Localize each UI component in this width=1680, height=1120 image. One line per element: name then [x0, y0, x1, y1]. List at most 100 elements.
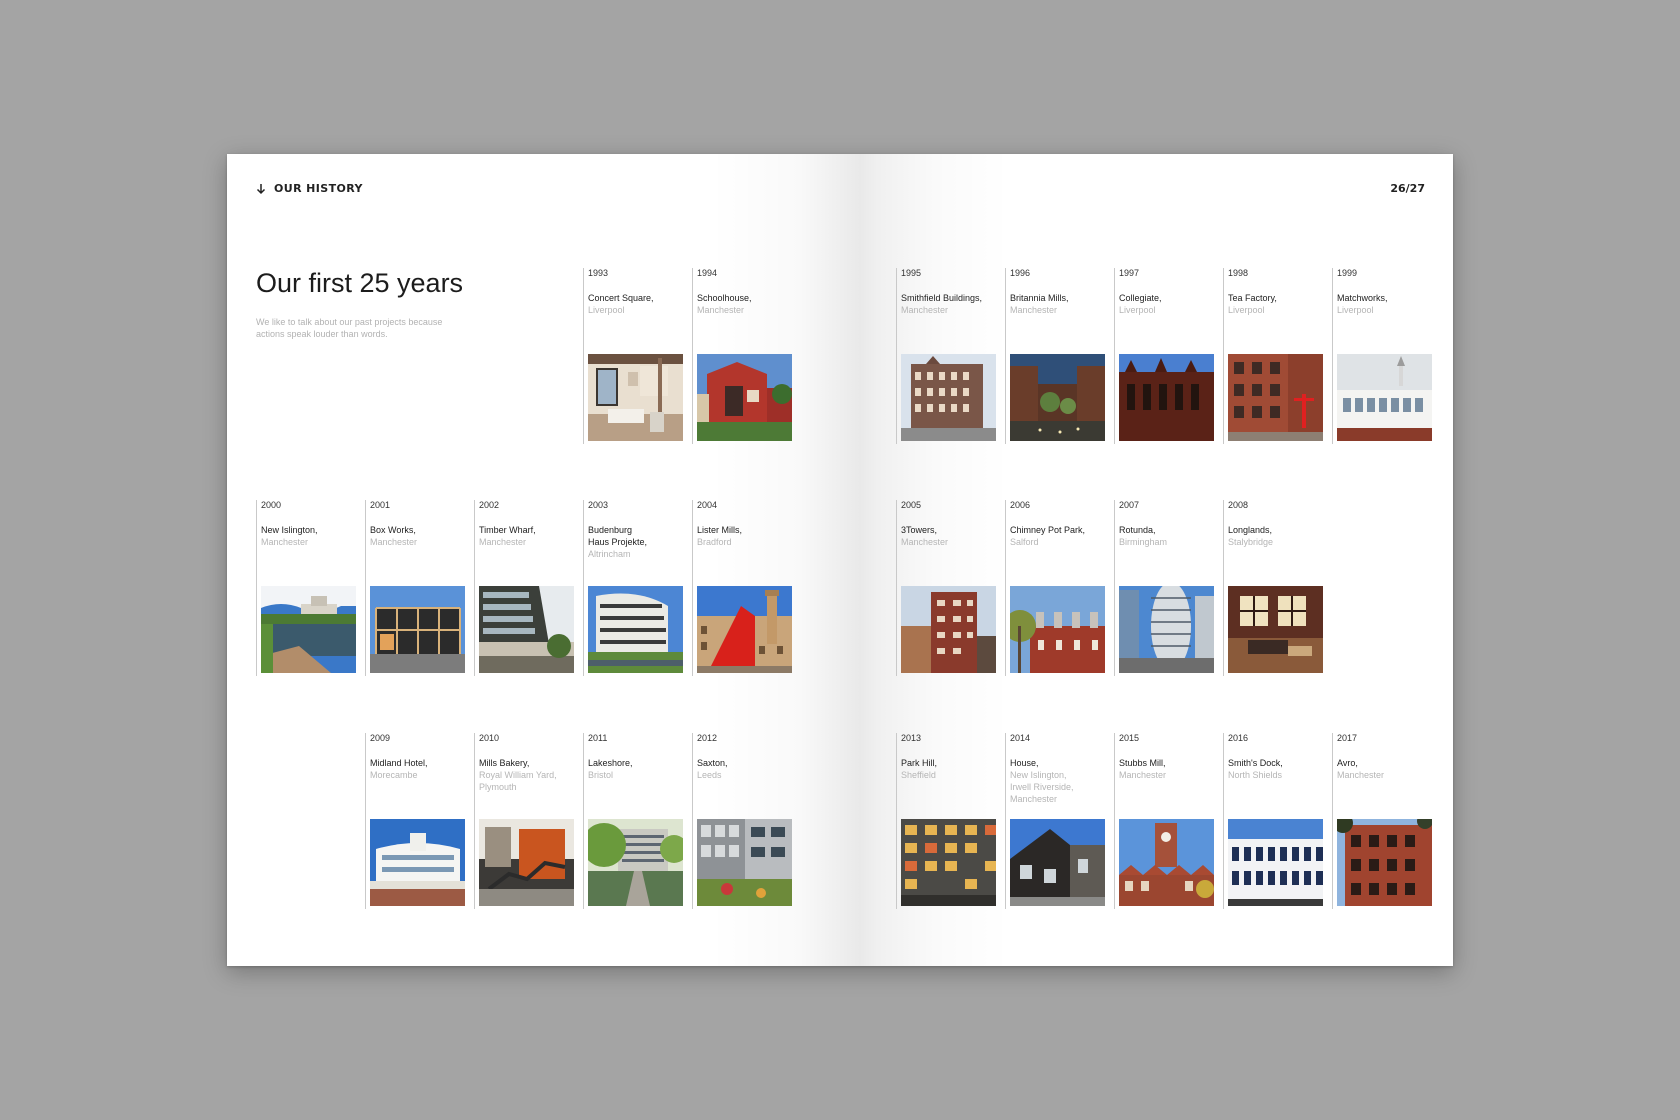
project-photo [1337, 819, 1432, 906]
project-name: Chimney Pot Park, [1010, 525, 1086, 535]
project-location: Manchester [370, 537, 418, 547]
project-location: Liverpool [1337, 305, 1374, 315]
project-photo [901, 354, 996, 441]
project-location: Bristol [588, 770, 614, 780]
project-year: 2000 [261, 500, 282, 510]
brochure-spread: OUR HISTORY 26/27 Our first 25 years We … [227, 154, 1453, 966]
project-name: Avro, [1337, 758, 1358, 768]
project-photo [588, 586, 683, 673]
arrow-down-icon [256, 183, 266, 194]
project-location: Liverpool [588, 305, 625, 315]
project-year: 2002 [479, 500, 500, 510]
project-name: Mills Bakery, [479, 758, 530, 768]
project-year: 1994 [697, 268, 718, 278]
project-location: Manchester [1337, 770, 1385, 780]
project-name: Saxton, [697, 758, 728, 768]
project-photo [370, 586, 465, 673]
project-year: 2003 [588, 500, 609, 510]
project-year: 2006 [1010, 500, 1031, 510]
project-photo [1228, 586, 1323, 673]
project-name: Midland Hotel, [370, 758, 428, 768]
project-name: Schoolhouse, [697, 293, 752, 303]
project-year: 2012 [697, 733, 718, 743]
project-photo [588, 354, 683, 441]
project-year: 2013 [901, 733, 922, 743]
project-photo [1228, 354, 1323, 441]
project-name: Britannia Mills, [1010, 293, 1069, 303]
project-location: Bradford [697, 537, 732, 547]
project-year: 2005 [901, 500, 922, 510]
timeline-entry: 1997 Collegiate, Liverpool [1114, 268, 1223, 444]
project-location: Liverpool [1119, 305, 1156, 315]
project-location: Manchester [901, 537, 949, 547]
project-name: Matchworks, [1337, 293, 1388, 303]
timeline-entry: 1998 Tea Factory, Liverpool [1223, 268, 1332, 444]
project-year: 2016 [1228, 733, 1249, 743]
project-name: Lister Mills, [697, 525, 743, 535]
timeline-entry: 2001 Box Works, Manchester [365, 500, 474, 676]
project-photo [697, 354, 792, 441]
timeline-entry: 2014 House, New Islington, Irwell Riversid… [1005, 733, 1114, 909]
project-photo [1010, 819, 1105, 906]
project-photo [1228, 819, 1323, 906]
project-name: Collegiate, [1119, 293, 1162, 303]
timeline-entry: 1995 Smithfield Buildings, Manchester [896, 268, 1005, 444]
project-year: 2004 [697, 500, 718, 510]
project-location: Manchester [261, 537, 309, 547]
project-photo [901, 586, 996, 673]
project-photo [588, 819, 683, 906]
project-location: North Shields [1228, 770, 1283, 780]
page-title: Our first 25 years [256, 268, 464, 298]
project-name: Stubbs Mill, [1119, 758, 1166, 768]
project-year: 2008 [1228, 500, 1249, 510]
project-photo [697, 586, 792, 673]
project-photo [1119, 354, 1214, 441]
project-year: 1993 [588, 268, 609, 278]
timeline-entry: 1996 Britannia Mills, Manchester [1005, 268, 1114, 444]
project-location: Leeds [697, 770, 722, 780]
project-year: 2017 [1337, 733, 1358, 743]
timeline-entry: 2010 Mills Bakery, Royal William Yard, Ply… [474, 733, 583, 909]
project-name: Concert Square, [588, 293, 654, 303]
project-location: Liverpool [1228, 305, 1265, 315]
timeline-entry: 2009 Midland Hotel, Morecambe [365, 733, 474, 909]
project-year: 2010 [479, 733, 500, 743]
project-year: 1996 [1010, 268, 1031, 278]
project-year: 2007 [1119, 500, 1140, 510]
project-location: Royal William Yard, Plymouth [479, 770, 557, 792]
timeline-entry: 2004 Lister Mills, Bradford [692, 500, 801, 676]
project-location: Salford [1010, 537, 1039, 547]
project-location: Stalybridge [1228, 537, 1274, 547]
project-year: 2011 [588, 733, 608, 743]
project-year: 2009 [370, 733, 391, 743]
timeline-entry: 2011 Lakeshore, Bristol [583, 733, 692, 909]
project-name: Tea Factory, [1228, 293, 1277, 303]
project-location: Sheffield [901, 770, 936, 780]
page-numbers: 26/27 [1390, 182, 1425, 195]
project-photo [1010, 586, 1105, 673]
timeline-entry: 2013 Park Hill, Sheffield [896, 733, 1005, 909]
timeline-entry: 2007 Rotunda, Birmingham [1114, 500, 1223, 676]
project-year: 2014 [1010, 733, 1031, 743]
project-year: 1997 [1119, 268, 1140, 278]
project-photo [261, 586, 356, 673]
project-photo [479, 586, 574, 673]
timeline-entry: 1999 Matchworks, Liverpool [1332, 268, 1441, 444]
project-location: Birmingham [1119, 537, 1168, 547]
intro-text: We like to talk about our past projects … [256, 317, 443, 339]
project-name: 3Towers, [901, 525, 938, 535]
timeline-entry: 2012 Saxton, Leeds [692, 733, 801, 909]
project-location: Manchester [901, 305, 949, 315]
project-name: Smith's Dock, [1228, 758, 1283, 768]
timeline-entry: 2003 Budenburg Haus Projekte, Altrincham [583, 500, 692, 676]
timeline-entry: 2017 Avro, Manchester [1332, 733, 1441, 909]
project-location: Altrincham [588, 549, 631, 559]
project-location: Manchester [479, 537, 527, 547]
project-location: New Islington, Irwell Riverside, Manches… [1010, 770, 1074, 804]
project-photo [479, 819, 574, 906]
project-name: Smithfield Buildings, [901, 293, 983, 303]
timeline-entry: 2006 Chimney Pot Park, Salford [1005, 500, 1114, 676]
project-photo [1010, 354, 1105, 441]
timeline-entry: 1994 Schoolhouse, Manchester [692, 268, 801, 444]
project-name: Budenburg Haus Projekte, [588, 525, 648, 547]
